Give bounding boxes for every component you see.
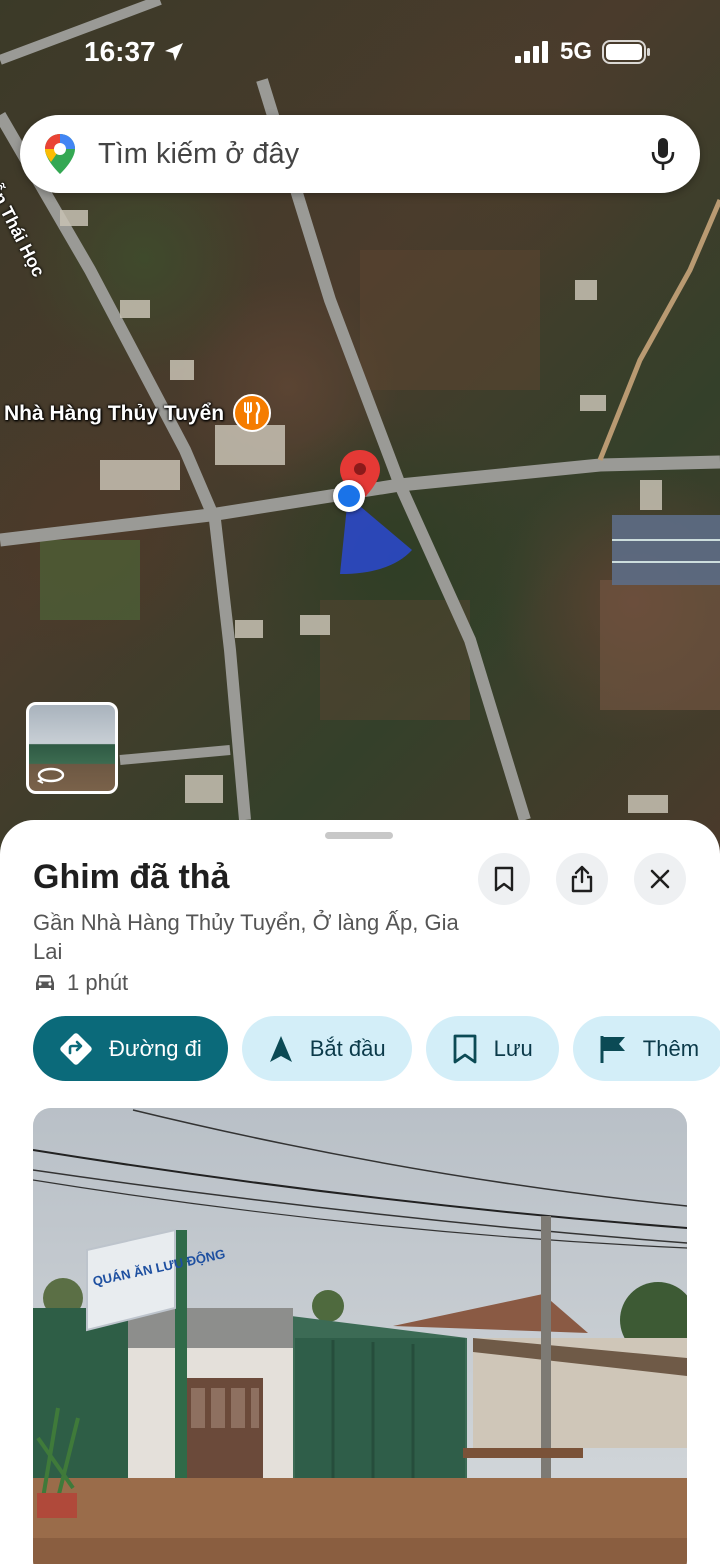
drive-time-text: 1 phút [67,970,129,995]
drag-handle[interactable] [325,832,393,839]
save-icon-button[interactable] [478,853,530,905]
share-button[interactable] [556,853,608,905]
status-time: 16:37 [84,36,186,68]
place-sheet: Ghim đã thả Gần Nhà Hàng Thủy Tuyển, Ở l… [0,820,720,1564]
current-location-dot [333,480,365,512]
street-photo: QUÁN ĂN LƯU ĐỘNG [33,1108,687,1564]
time-text: 16:37 [84,36,156,67]
restaurant-icon[interactable] [233,394,271,432]
search-input[interactable]: Tìm kiếm ở đây [98,138,650,171]
close-button[interactable] [634,853,686,905]
start-label: Bắt đầu [309,1035,386,1061]
share-icon [571,865,593,893]
more-label: Thêm [642,1035,700,1061]
place-photo[interactable]: QUÁN ĂN LƯU ĐỘNG [33,1108,687,1564]
bookmark-icon [494,866,514,892]
rotate-360-icon [36,764,66,786]
more-button[interactable]: Thêm [572,1016,720,1081]
close-icon [650,869,670,889]
directions-button[interactable]: Đường đi [33,1016,228,1081]
network-type: 5G [559,38,592,65]
directions-icon [60,1032,92,1065]
bookmark-icon [453,1034,476,1063]
action-chips: Đường đi Bắt đầu Lưu Thêm [33,1016,720,1081]
fork-knife-icon [244,402,261,424]
drive-time: 1 phút [33,970,128,996]
place-address: Gần Nhà Hàng Thủy Tuyển, Ở làng Ấp, Gia … [33,910,459,964]
signal-bars-icon [514,41,548,63]
location-arrow-icon [164,43,183,61]
poi-label[interactable]: Nhà Hàng Thủy Tuyển [4,402,224,426]
navigation-arrow-icon [269,1035,292,1062]
mic-icon[interactable] [650,136,676,172]
car-icon [36,975,54,990]
start-button[interactable]: Bắt đầu [241,1016,412,1081]
save-button[interactable]: Lưu [425,1016,559,1081]
battery-icon [602,40,650,64]
place-title: Ghim đã thả [33,858,230,896]
search-bar[interactable]: Tìm kiếm ở đây [20,115,700,193]
flag-icon [600,1035,625,1063]
status-indicators: 5G [514,38,652,66]
google-maps-pin-icon [45,134,75,174]
directions-label: Đường đi [109,1035,202,1061]
save-label: Lưu [493,1035,533,1061]
